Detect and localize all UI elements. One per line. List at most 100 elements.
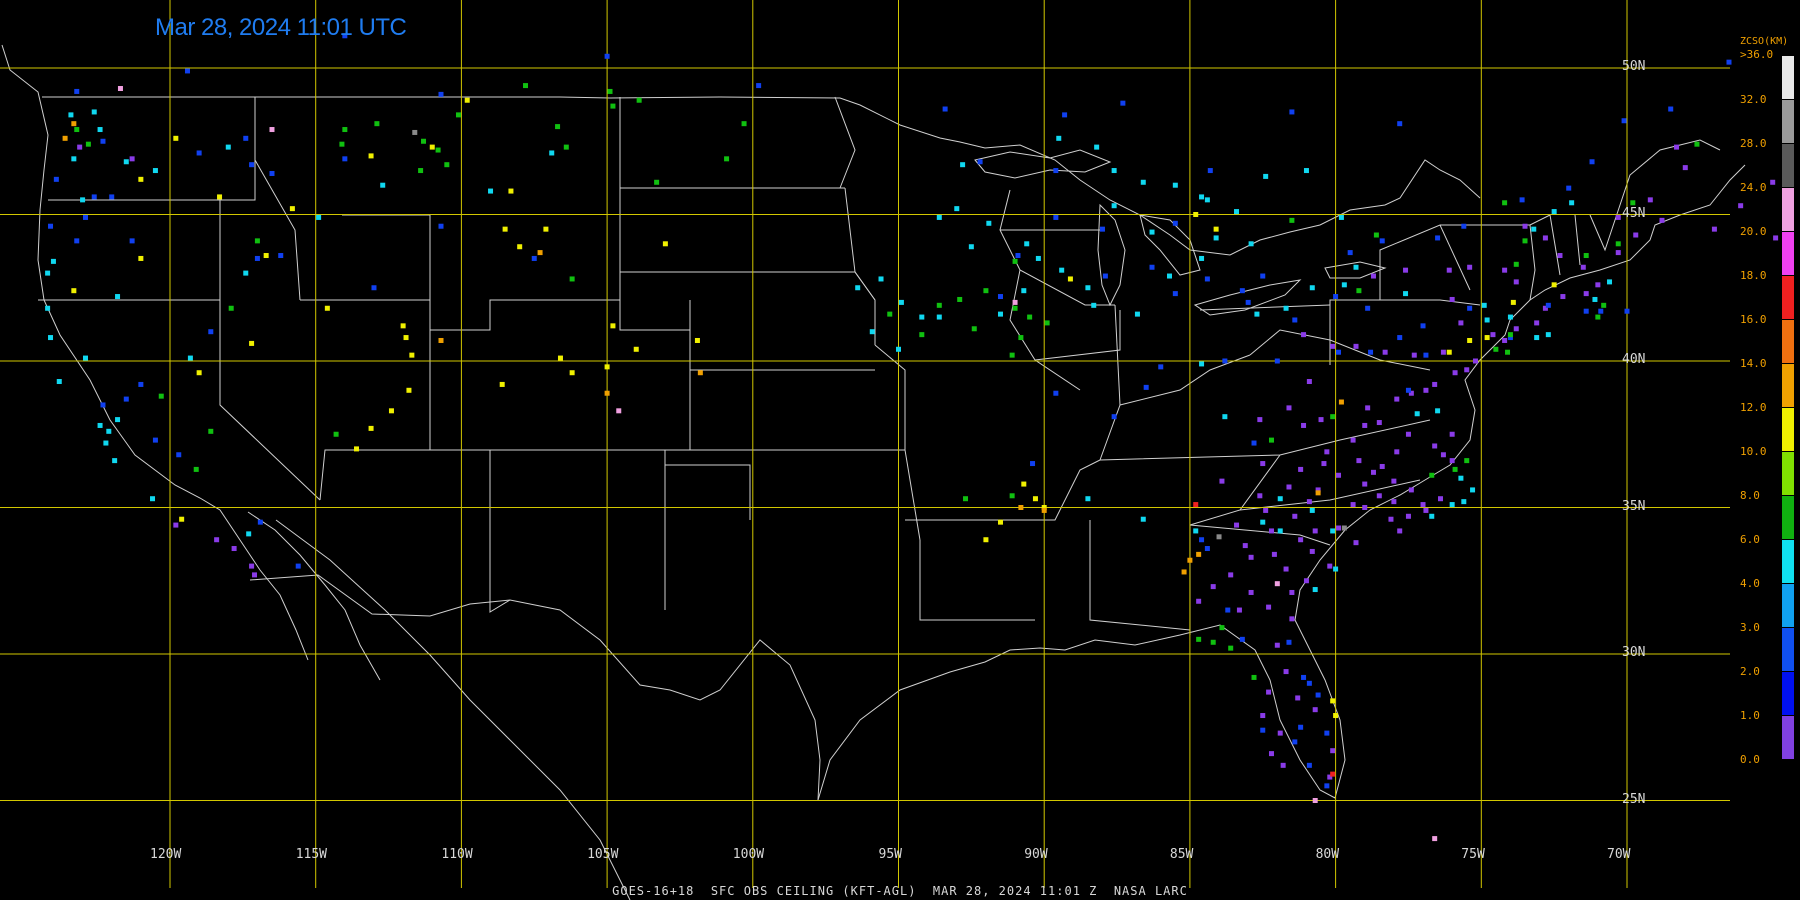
station-marker-purple	[1219, 478, 1225, 484]
station-marker-lightblue	[960, 162, 966, 168]
station-marker-lightblue	[1167, 273, 1173, 279]
station-marker-purple	[1682, 165, 1688, 171]
station-marker-orange	[1338, 399, 1344, 405]
station-marker-blue	[1286, 639, 1292, 645]
station-marker-blue	[1062, 112, 1068, 118]
station-marker-purple	[1362, 505, 1368, 510]
station-marker-blue	[1397, 335, 1403, 341]
station-marker-lightblue	[243, 270, 249, 276]
station-marker-lightblue	[1507, 314, 1513, 320]
station-marker-green	[1429, 472, 1435, 478]
station-marker-blue	[1467, 305, 1473, 311]
station-marker-lightblue	[48, 335, 54, 341]
station-marker-purple	[1405, 431, 1411, 437]
station-marker-green	[741, 121, 747, 127]
station-marker-blue	[100, 402, 106, 408]
station-marker-purple	[1228, 572, 1234, 578]
station-marker-yellow	[569, 370, 575, 376]
station-marker-purple	[1248, 554, 1254, 560]
station-marker-yellow	[997, 519, 1003, 525]
station-marker-lightblue	[986, 220, 992, 226]
station-marker-yellow	[1213, 226, 1219, 232]
station-marker-blue	[371, 285, 377, 291]
station-marker-blue	[438, 223, 444, 229]
station-marker-purple	[1534, 320, 1540, 326]
station-marker-blue	[342, 156, 348, 162]
station-marker-purple	[1440, 349, 1446, 355]
station-marker-lightblue	[1024, 241, 1030, 247]
station-marker-blue	[942, 106, 948, 112]
station-marker-purple	[1502, 267, 1508, 273]
station-marker-green	[158, 393, 164, 399]
station-marker-green	[444, 162, 450, 168]
station-marker-blue	[254, 255, 260, 261]
station-marker-purple	[1440, 452, 1446, 458]
station-marker-green	[1219, 625, 1225, 631]
station-marker-blue	[123, 396, 129, 402]
station-marker-lightblue	[1111, 168, 1117, 174]
station-marker-blue	[1143, 384, 1149, 390]
station-marker-blue	[1172, 220, 1178, 226]
station-marker-lightblue	[1414, 411, 1420, 417]
station-marker-purple	[1268, 528, 1274, 534]
station-marker-blue	[977, 159, 983, 165]
station-marker-green	[1601, 302, 1607, 308]
station-marker-lightblue	[898, 299, 904, 305]
station-marker-purple	[1370, 273, 1376, 279]
station-marker-yellow	[499, 381, 505, 387]
longitude-label: 120W	[150, 847, 182, 862]
station-marker-lightblue	[225, 144, 231, 150]
station-marker-green	[1694, 141, 1700, 147]
lake-michigan	[1097, 203, 1126, 307]
station-marker-yellow	[633, 346, 639, 352]
station-marker-purple	[1257, 417, 1263, 423]
station-marker-green	[983, 288, 989, 294]
station-marker-green	[455, 112, 461, 118]
legend-color-segment	[1782, 496, 1794, 539]
station-marker-lightblue	[1199, 194, 1205, 200]
legend-tick-label: 4.0	[1740, 577, 1760, 590]
station-marker-purple	[214, 537, 220, 543]
legend-color-segment	[1782, 452, 1794, 495]
station-marker-lightblue	[1545, 332, 1551, 338]
latitude-label: 30N	[1622, 645, 1646, 660]
station-marker-blue	[531, 255, 537, 261]
station-marker-green	[1464, 458, 1470, 464]
lat-lon-grid	[0, 0, 1730, 888]
station-marker-purple	[1397, 528, 1403, 534]
station-marker-lightblue	[1353, 264, 1359, 270]
station-marker-purple	[1391, 478, 1397, 484]
station-marker-lightblue	[1607, 279, 1613, 285]
station-marker-purple	[1242, 543, 1248, 549]
station-marker-blue	[1225, 607, 1231, 613]
station-marker-blue	[1298, 724, 1304, 730]
station-marker-purple	[173, 522, 179, 528]
station-marker-lightblue	[1458, 475, 1464, 481]
station-marker-green	[1452, 466, 1458, 472]
station-marker-blue	[1289, 109, 1295, 115]
station-marker-purple	[1336, 525, 1342, 531]
station-marker-yellow	[517, 244, 523, 250]
station-marker-yellow	[388, 408, 394, 414]
station-marker-purple	[1420, 502, 1426, 508]
station-marker-blue	[1306, 680, 1312, 686]
station-marker-lightblue	[1263, 173, 1269, 179]
station-marker-green	[1493, 346, 1499, 352]
station-marker-green	[1210, 639, 1216, 645]
station-marker-blue	[1726, 59, 1732, 65]
station-marker-lightblue	[1484, 317, 1490, 323]
station-marker-purple	[1711, 226, 1717, 232]
station-marker-lightblue	[936, 214, 942, 220]
station-marker-blue	[1053, 168, 1059, 174]
station-marker-blue	[129, 238, 135, 244]
station-marker-purple	[1522, 223, 1528, 229]
station-marker-yellow	[403, 335, 409, 341]
station-marker-lightblue	[1140, 179, 1146, 185]
station-marker-blue	[1204, 546, 1210, 552]
legend-tick-label: 24.0	[1740, 181, 1767, 194]
station-marker-lightblue	[1204, 197, 1210, 203]
station-marker-orange	[697, 370, 703, 376]
station-marker-yellow	[138, 255, 144, 261]
station-marker-purple	[1580, 264, 1586, 270]
station-marker-purple	[1467, 264, 1473, 270]
